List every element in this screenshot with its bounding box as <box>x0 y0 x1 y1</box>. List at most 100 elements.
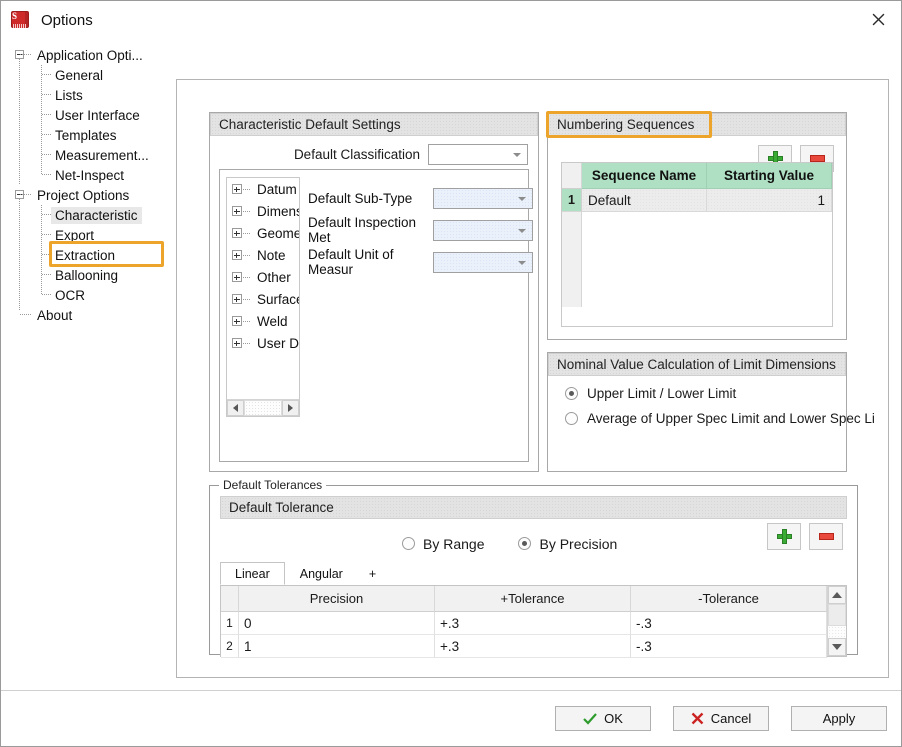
column-header-minus-tolerance[interactable]: -Tolerance <box>631 586 827 612</box>
expand-icon[interactable] <box>232 206 242 216</box>
cell-precision[interactable]: 1 <box>239 635 435 658</box>
tree-horizontal-scrollbar[interactable] <box>227 399 299 416</box>
scroll-right-icon[interactable] <box>282 400 299 416</box>
row-header-corner <box>221 586 239 612</box>
type-item-user-defined[interactable]: User D <box>227 332 299 354</box>
window-title: Options <box>41 11 93 29</box>
type-item-weld[interactable]: Weld <box>227 310 299 332</box>
characteristic-type-tree[interactable]: Datum Dimens Geome Note Other Surface We… <box>226 177 300 417</box>
cell-minus-tolerance[interactable]: -.3 <box>631 612 827 635</box>
dialog-footer: OK Cancel Apply <box>1 690 901 746</box>
tree-item-label: About <box>37 307 73 323</box>
radio-icon[interactable] <box>565 412 578 425</box>
tree-item-label: OCR <box>55 287 85 303</box>
default-inspection-method-row: Default Inspection Met <box>308 214 533 246</box>
nominal-option-upper-lower[interactable]: Upper Limit / Lower Limit <box>548 376 846 401</box>
option-label: Average of Upper Spec Limit and Lower Sp… <box>587 411 875 426</box>
cell-minus-tolerance[interactable]: -.3 <box>631 635 827 658</box>
type-item-surface[interactable]: Surface <box>227 288 299 310</box>
cell-starting-value[interactable]: 1 <box>707 189 832 212</box>
scrollbar-thumb[interactable] <box>828 604 846 626</box>
type-label: Weld <box>257 313 288 329</box>
cell-precision[interactable]: 0 <box>239 612 435 635</box>
expand-icon[interactable] <box>232 184 242 194</box>
apply-button[interactable]: Apply <box>791 706 887 731</box>
type-item-other[interactable]: Other <box>227 266 299 288</box>
column-header-starting-value[interactable]: Starting Value <box>707 163 832 189</box>
radio-icon[interactable] <box>402 537 415 550</box>
column-header-sequence-name[interactable]: Sequence Name <box>582 163 707 189</box>
sequence-table[interactable]: Sequence Name Starting Value 1 Default 1 <box>561 162 833 327</box>
tree-item-net-inspect[interactable]: Net-Inspect <box>9 165 167 185</box>
type-item-dimension[interactable]: Dimens <box>227 200 299 222</box>
cancel-label: Cancel <box>710 711 752 726</box>
tolerance-vertical-scrollbar[interactable] <box>827 586 846 656</box>
sidebar-item-extraction[interactable]: Extraction <box>9 245 167 265</box>
default-unit-of-measure-combo[interactable] <box>433 251 533 273</box>
tree-item-about[interactable]: About <box>9 305 167 325</box>
nominal-option-average[interactable]: Average of Upper Spec Limit and Lower Sp… <box>548 401 875 426</box>
default-sub-type-combo[interactable] <box>433 187 533 209</box>
tree-item-project-options[interactable]: Project Options <box>9 185 167 205</box>
tree-item-label: Project Options <box>37 187 130 203</box>
expand-icon[interactable] <box>232 316 242 326</box>
sidebar-item-ocr[interactable]: OCR <box>9 285 167 305</box>
cell-plus-tolerance[interactable]: +.3 <box>435 612 631 635</box>
tree-item-templates[interactable]: Templates <box>9 125 167 145</box>
column-header-plus-tolerance[interactable]: +Tolerance <box>435 586 631 612</box>
scroll-up-icon[interactable] <box>828 586 846 604</box>
sidebar-item-export[interactable]: Export <box>9 225 167 245</box>
ok-button[interactable]: OK <box>555 706 651 731</box>
cancel-button[interactable]: Cancel <box>673 706 769 731</box>
group-legend: Default Tolerances <box>219 478 327 492</box>
table-row[interactable]: 1 0 +.3 -.3 <box>221 612 827 635</box>
tree-item-lists[interactable]: Lists <box>9 85 167 105</box>
add-tolerance-button[interactable] <box>767 523 801 550</box>
minus-icon <box>809 155 825 162</box>
cell-sequence-name[interactable]: Default <box>582 189 707 212</box>
scrollbar-track[interactable] <box>828 626 846 638</box>
tolerances-inner: Default Tolerance By Range By Precision <box>220 496 847 658</box>
tab-add[interactable]: + <box>358 562 387 585</box>
expand-icon[interactable] <box>232 250 242 260</box>
type-item-geometric[interactable]: Geome <box>227 222 299 244</box>
expand-icon[interactable] <box>232 294 242 304</box>
close-button[interactable] <box>855 1 901 38</box>
radio-icon[interactable] <box>518 537 532 550</box>
tab-angular[interactable]: Angular <box>285 562 358 585</box>
column-header-precision[interactable]: Precision <box>239 586 435 612</box>
sidebar-item-ballooning[interactable]: Ballooning <box>9 265 167 285</box>
table-row[interactable]: 2 1 +.3 -.3 <box>221 635 827 658</box>
type-item-datum[interactable]: Datum <box>227 178 299 200</box>
type-label: Other <box>257 269 291 285</box>
sidebar-item-characteristic[interactable]: Characteristic <box>9 205 167 225</box>
type-item-note[interactable]: Note <box>227 244 299 266</box>
chevron-down-icon <box>518 228 526 233</box>
default-inspection-method-combo[interactable] <box>433 219 533 241</box>
expand-icon[interactable] <box>232 272 242 282</box>
table-empty-area <box>562 212 832 307</box>
tree-item-application-options[interactable]: Application Opti... <box>9 45 167 65</box>
expand-icon[interactable] <box>232 228 242 238</box>
tree-item-general[interactable]: General <box>9 65 167 85</box>
remove-tolerance-button[interactable] <box>809 523 843 550</box>
default-classification-combo[interactable] <box>428 144 528 165</box>
scroll-down-icon[interactable] <box>828 638 846 656</box>
cell-plus-tolerance[interactable]: +.3 <box>435 635 631 658</box>
table-row[interactable]: 1 Default 1 <box>562 189 832 212</box>
tolerance-mode-by-range[interactable]: By Range <box>402 536 484 552</box>
radio-icon[interactable] <box>565 387 578 400</box>
scrollbar-thumb[interactable] <box>244 400 282 416</box>
tree-item-measurement[interactable]: Measurement... <box>9 145 167 165</box>
tab-linear[interactable]: Linear <box>220 562 285 585</box>
tolerance-mode-by-precision[interactable]: By Precision <box>518 536 617 552</box>
expand-icon[interactable] <box>232 338 242 348</box>
nominal-value-panel: Nominal Value Calculation of Limit Dimen… <box>547 352 875 472</box>
tolerance-table[interactable]: Precision +Tolerance -Tolerance 1 0 +.3 … <box>220 585 847 658</box>
option-label: By Precision <box>539 535 618 552</box>
panel-header: Characteristic Default Settings <box>210 113 538 136</box>
scroll-left-icon[interactable] <box>227 400 244 416</box>
option-label: By Range <box>423 535 485 552</box>
tree-item-label: Export <box>55 227 95 243</box>
tree-item-user-interface[interactable]: User Interface <box>9 105 167 125</box>
